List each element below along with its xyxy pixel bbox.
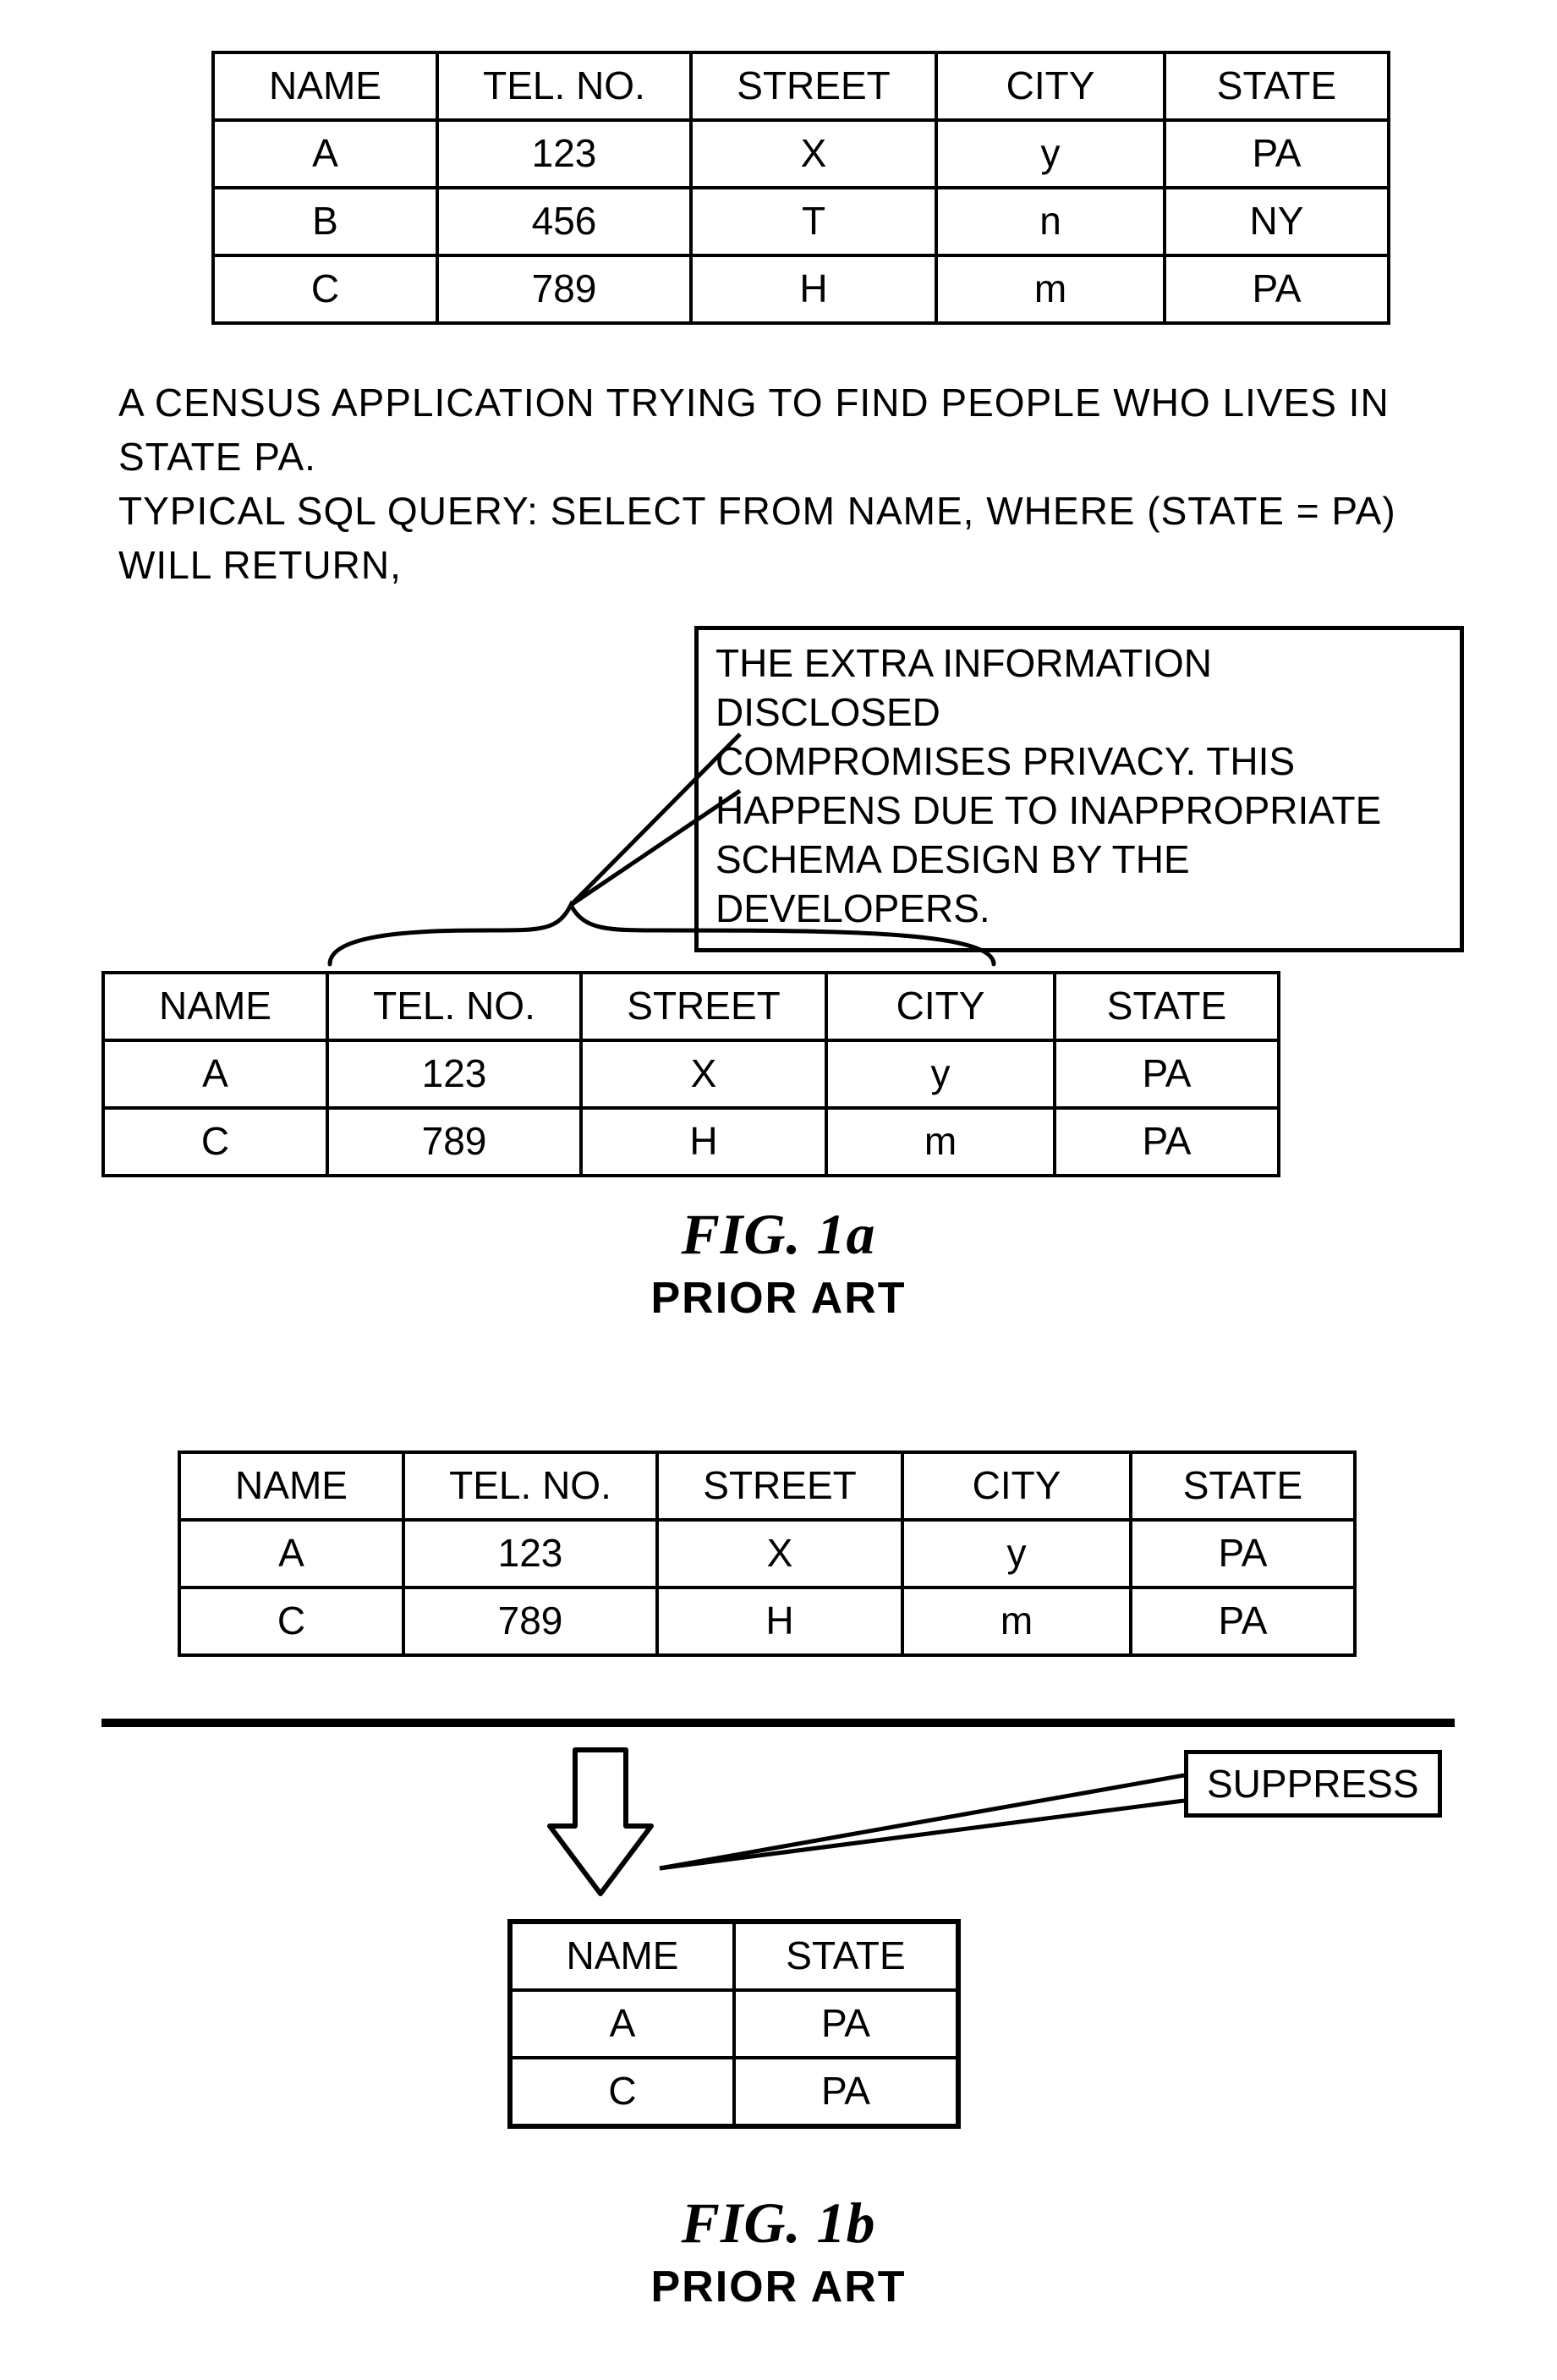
col-header: STREET [691, 52, 936, 120]
cell: PA [734, 2058, 958, 2126]
col-header: STATE [1165, 52, 1389, 120]
table-row: A PA [510, 1990, 958, 2058]
col-header: NAME [179, 1452, 403, 1520]
col-header: STREET [657, 1452, 902, 1520]
figure-title: FIG. 1b [68, 2190, 1489, 2257]
table-row: A 123 X y PA [213, 120, 1389, 188]
callout-line: HAPPENS DUE TO INAPPROPRIATE [715, 786, 1443, 835]
col-header: NAME [103, 973, 327, 1040]
privacy-callout-box: THE EXTRA INFORMATION DISCLOSED COMPROMI… [694, 626, 1464, 952]
cell: C [213, 255, 437, 323]
cell: PA [734, 1990, 958, 2058]
callout-line: THE EXTRA INFORMATION DISCLOSED [715, 639, 1443, 737]
figure-subtitle: PRIOR ART [68, 1273, 1489, 1324]
cell: PA [1055, 1040, 1279, 1108]
col-header: STATE [1055, 973, 1279, 1040]
query-description-line: TYPICAL SQL QUERY: SELECT FROM NAME, WHE… [118, 484, 1489, 592]
fig1a-caption: FIG. 1a PRIOR ART [68, 1201, 1489, 1324]
cell: C [510, 2058, 734, 2126]
cell: X [581, 1040, 826, 1108]
cell: X [657, 1520, 902, 1588]
fig1b-caption: FIG. 1b PRIOR ART [68, 2190, 1489, 2312]
cell: y [902, 1520, 1131, 1588]
cell: H [657, 1588, 902, 1655]
fig1b-output-table: NAME STATE A PA C PA [507, 1919, 961, 2129]
figure-subtitle: PRIOR ART [68, 2262, 1489, 2312]
col-header: STATE [1131, 1452, 1355, 1520]
table-header-row: NAME TEL. NO. STREET CITY STATE [213, 52, 1389, 120]
query-description-line: A CENSUS APPLICATION TRYING TO FIND PEOP… [118, 376, 1489, 484]
cell: y [826, 1040, 1055, 1108]
col-header: TEL. NO. [327, 973, 581, 1040]
figure-title: FIG. 1a [68, 1201, 1489, 1268]
cell: 456 [437, 188, 691, 255]
col-header: CITY [902, 1452, 1131, 1520]
fig1a-result-table: NAME TEL. NO. STREET CITY STATE A 123 X … [101, 971, 1280, 1177]
cell: n [936, 188, 1165, 255]
table-row: A 123 X y PA [179, 1520, 1355, 1588]
cell: A [510, 1990, 734, 2058]
col-header: NAME [213, 52, 437, 120]
table-header-row: NAME TEL. NO. STREET CITY STATE [179, 1452, 1355, 1520]
cell: H [581, 1108, 826, 1176]
col-header: TEL. NO. [403, 1452, 657, 1520]
table-row: C PA [510, 2058, 958, 2126]
query-description: A CENSUS APPLICATION TRYING TO FIND PEOP… [118, 376, 1489, 592]
cell: y [936, 120, 1165, 188]
col-header: CITY [936, 52, 1165, 120]
table-row: C 789 H m PA [213, 255, 1389, 323]
table-row: A 123 X y PA [103, 1040, 1279, 1108]
cell: PA [1165, 255, 1389, 323]
table-row: C 789 H m PA [179, 1588, 1355, 1655]
cell: C [179, 1588, 403, 1655]
fig1a-source-table: NAME TEL. NO. STREET CITY STATE A 123 X … [211, 51, 1390, 325]
cell: C [103, 1108, 327, 1176]
col-header: STREET [581, 973, 826, 1040]
table-row: C 789 H m PA [103, 1108, 1279, 1176]
cell: B [213, 188, 437, 255]
cell: H [691, 255, 936, 323]
cell: 789 [437, 255, 691, 323]
cell: NY [1165, 188, 1389, 255]
cell: PA [1055, 1108, 1279, 1176]
cell: m [902, 1588, 1131, 1655]
cell: 123 [437, 120, 691, 188]
cell: m [826, 1108, 1055, 1176]
fig1b-input-table: NAME TEL. NO. STREET CITY STATE A 123 X … [178, 1450, 1357, 1657]
cell: 123 [403, 1520, 657, 1588]
col-header: TEL. NO. [437, 52, 691, 120]
cell: T [691, 188, 936, 255]
table-header-row: NAME STATE [510, 1922, 958, 1990]
table-header-row: NAME TEL. NO. STREET CITY STATE [103, 973, 1279, 1040]
cell: X [691, 120, 936, 188]
cell: PA [1131, 1588, 1355, 1655]
cell: PA [1131, 1520, 1355, 1588]
cell: A [213, 120, 437, 188]
col-header: NAME [510, 1922, 734, 1990]
col-header: CITY [826, 973, 1055, 1040]
callout-line: COMPROMISES PRIVACY. THIS [715, 737, 1443, 786]
cell: A [179, 1520, 403, 1588]
col-header: STATE [734, 1922, 958, 1990]
cell: A [103, 1040, 327, 1108]
cell: 789 [327, 1108, 581, 1176]
suppress-label-box: SUPPRESS [1184, 1750, 1442, 1818]
cell: 123 [327, 1040, 581, 1108]
callout-line: SCHEMA DESIGN BY THE DEVELOPERS. [715, 835, 1443, 933]
cell: 789 [403, 1588, 657, 1655]
cell: PA [1165, 120, 1389, 188]
table-row: B 456 T n NY [213, 188, 1389, 255]
cell: m [936, 255, 1165, 323]
